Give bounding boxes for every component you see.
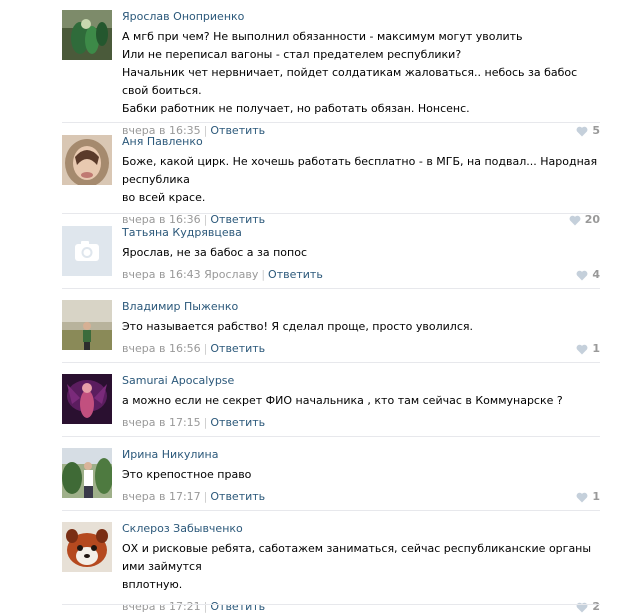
comment-time[interactable]: вчера в 16:43 (122, 268, 201, 281)
comment-author[interactable]: Samurai Apocalypse (122, 374, 600, 388)
divider (62, 213, 600, 214)
reply-button[interactable]: Ответить (210, 416, 265, 429)
comment-author[interactable]: Склероз Забывченко (122, 522, 600, 536)
comment-author[interactable]: Ирина Никулина (122, 448, 600, 462)
divider (62, 436, 600, 437)
like-button[interactable]: 20 (569, 213, 600, 227)
heart-icon (569, 215, 581, 225)
avatar[interactable] (62, 300, 112, 350)
comment-author[interactable]: Ярослав Оноприенко (122, 10, 600, 24)
reply-button[interactable]: Ответить (210, 342, 265, 355)
comment-meta: вчера в 16:56 | Ответить 1 (122, 342, 600, 356)
comment-time[interactable]: вчера в 16:56 (122, 342, 201, 355)
separator: | (203, 416, 208, 429)
comment-meta: вчера в 16:43 Ярославу | Ответить 4 (122, 268, 600, 282)
comment-meta: вчера в 16:36 | Ответить 20 (122, 213, 600, 227)
comments-feed: Ярослав Оноприенко А мгб при чем? Не вып… (0, 0, 619, 614)
comment-author[interactable]: Татьяна Кудрявцева (122, 226, 600, 240)
divider (62, 362, 600, 363)
comment-time[interactable]: вчера в 17:21 (122, 600, 201, 613)
camera-placeholder-icon (62, 226, 112, 276)
comment-time[interactable]: вчера в 17:15 (122, 416, 201, 429)
user-photo-plant-icon (62, 10, 112, 60)
like-count: 20 (584, 213, 600, 226)
comment-item: Ярослав Оноприенко А мгб при чем? Не вып… (62, 10, 600, 137)
user-photo-man-field-icon (62, 300, 112, 350)
separator: | (203, 600, 208, 613)
comment-text: а можно если не секрет ФИО начальника , … (122, 394, 563, 407)
like-button[interactable]: 1 (576, 490, 600, 504)
separator: | (203, 213, 208, 226)
comment-time[interactable]: вчера в 17:17 (122, 490, 201, 503)
divider (62, 122, 600, 123)
comment-text: Это называется рабство! Я сделал проще, … (122, 320, 473, 333)
divider (62, 510, 600, 511)
comment-author[interactable]: Аня Павленко (122, 135, 600, 149)
reply-button[interactable]: Ответить (210, 490, 265, 503)
user-photo-fantasy-icon (62, 374, 112, 424)
like-count: 1 (592, 342, 600, 355)
reply-button[interactable]: Ответить (268, 268, 323, 281)
avatar[interactable] (62, 10, 112, 60)
avatar[interactable] (62, 448, 112, 498)
comment-meta: вчера в 17:15 | Ответить (122, 416, 600, 430)
like-count: 4 (592, 268, 600, 281)
user-photo-woman-hood-icon (62, 135, 112, 185)
reply-button[interactable]: Ответить (210, 213, 265, 226)
heart-icon (576, 492, 588, 502)
avatar[interactable] (62, 522, 112, 572)
like-button[interactable]: 4 (576, 268, 600, 282)
comment-meta: вчера в 17:21 | Ответить 2 (122, 600, 600, 614)
heart-icon (576, 270, 588, 280)
comment-item: Владимир Пыженко Это называется рабство!… (62, 300, 600, 360)
like-count: 1 (592, 490, 600, 503)
comment-time[interactable]: вчера в 16:36 (122, 213, 201, 226)
separator: | (203, 490, 208, 503)
like-button[interactable]: 2 (576, 600, 600, 614)
divider (62, 288, 600, 289)
like-count: 2 (592, 600, 600, 613)
like-button[interactable]: 1 (576, 342, 600, 356)
separator: | (261, 268, 266, 281)
comment-item: Samurai Apocalypse а можно если не секре… (62, 374, 600, 434)
user-photo-red-panda-icon (62, 522, 112, 572)
heart-icon (576, 344, 588, 354)
separator: | (203, 342, 208, 355)
comment-item: Татьяна Кудрявцева Ярослав, не за бабос … (62, 226, 600, 286)
avatar[interactable] (62, 135, 112, 185)
comment-meta: вчера в 17:17 | Ответить 1 (122, 490, 600, 504)
comment-author[interactable]: Владимир Пыженко (122, 300, 600, 314)
comment-text: Ярослав, не за бабос а за попос (122, 246, 307, 259)
avatar[interactable] (62, 226, 112, 276)
divider (62, 604, 600, 605)
avatar[interactable] (62, 374, 112, 424)
comment-item: Склероз Забывченко ОХ и рисковые ребята,… (62, 522, 600, 613)
comment-text: ОХ и рисковые ребята, саботажем занимать… (122, 542, 592, 591)
comment-text: Это крепостное право (122, 468, 252, 481)
comment-text: Боже, какой цирк. Не хочешь работать бес… (122, 155, 598, 204)
comment-text: А мгб при чем? Не выполнил обязанности -… (122, 30, 578, 115)
reply-button[interactable]: Ответить (210, 600, 265, 613)
comment-item: Ирина Никулина Это крепостное право вчер… (62, 448, 600, 508)
reply-to-link[interactable]: Ярославу (204, 268, 258, 281)
comment-item: Аня Павленко Боже, какой цирк. Не хочешь… (62, 135, 600, 226)
user-photo-garden-icon (62, 448, 112, 498)
